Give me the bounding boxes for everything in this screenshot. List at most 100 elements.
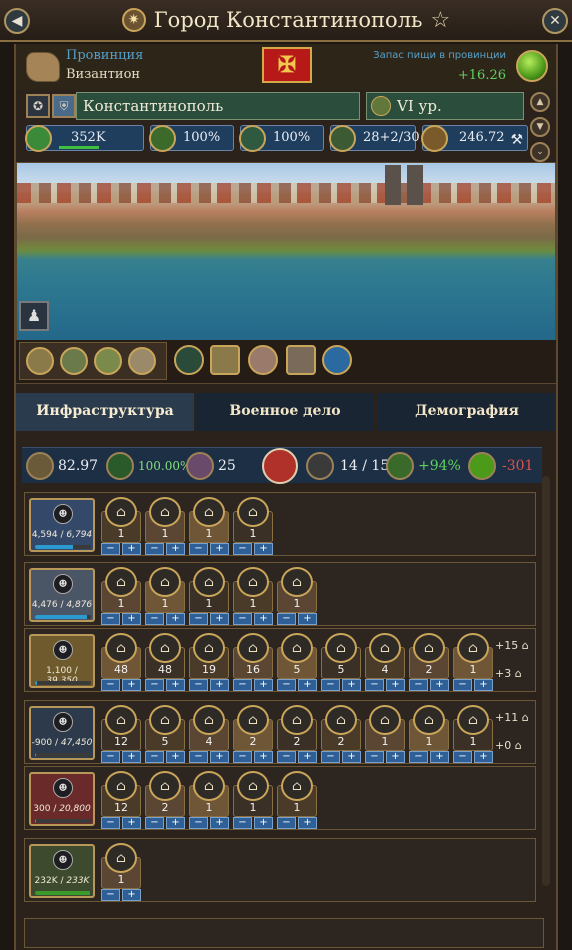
decrease-button[interactable]: −: [189, 543, 208, 555]
increase-button[interactable]: +: [122, 613, 141, 625]
building-slot[interactable]: ⌂ 5 − +: [277, 633, 317, 691]
building-slot[interactable]: ⌂ 1 − +: [101, 497, 141, 555]
decrease-button[interactable]: −: [453, 679, 472, 691]
decrease-button[interactable]: −: [145, 817, 164, 829]
religion-icon[interactable]: [322, 345, 352, 375]
building-slot[interactable]: ⌂ 1 − +: [277, 567, 317, 625]
increase-button[interactable]: +: [166, 543, 185, 555]
stat-slots[interactable]: 28+2/30: [329, 125, 420, 152]
category-summary-box[interactable]: ☻ 232K / 233K: [29, 844, 95, 898]
increase-button[interactable]: +: [166, 679, 185, 691]
close-button[interactable]: ✕: [542, 8, 568, 34]
city-hall-button[interactable]: [262, 448, 298, 484]
decrease-button[interactable]: −: [101, 543, 120, 555]
increase-button[interactable]: +: [430, 751, 449, 763]
increase-button[interactable]: +: [430, 679, 449, 691]
increase-button[interactable]: +: [474, 679, 493, 691]
increase-button[interactable]: +: [386, 679, 405, 691]
category-summary-box[interactable]: ☻ 300 / 20,800: [29, 772, 95, 826]
category-summary-box[interactable]: ☻ 4,476 / 4,876: [29, 568, 95, 622]
increase-button[interactable]: +: [210, 817, 229, 829]
building-slot[interactable]: ⌂ 12 − +: [101, 771, 141, 829]
decrease-button[interactable]: −: [145, 543, 164, 555]
increase-button[interactable]: +: [254, 613, 273, 625]
settings-gear-icon[interactable]: ✷: [121, 8, 146, 32]
increase-button[interactable]: +: [254, 679, 273, 691]
decrease-button[interactable]: −: [277, 817, 296, 829]
tab-military[interactable]: Военное дело: [196, 393, 374, 431]
building-slot[interactable]: ⌂ 16 − +: [233, 633, 273, 691]
increase-button[interactable]: +: [166, 613, 185, 625]
category-summary-box[interactable]: ☻ 4,594 / 6,794: [29, 498, 95, 552]
building-slot[interactable]: ⌂ 2 − +: [321, 705, 361, 763]
decrease-button[interactable]: −: [321, 679, 340, 691]
decrease-button[interactable]: −: [409, 751, 428, 763]
building-slot[interactable]: ⌂ 1 − +: [189, 771, 229, 829]
stat-gold[interactable]: 246.72 ⚒: [421, 125, 528, 152]
increase-button[interactable]: +: [342, 751, 361, 763]
building-slot[interactable]: ⌂ 1 − +: [145, 497, 185, 555]
decrease-button[interactable]: −: [277, 613, 296, 625]
stat-population[interactable]: 352K: [25, 125, 144, 152]
increase-button[interactable]: +: [210, 751, 229, 763]
building-slot[interactable]: ⌂ 19 − +: [189, 633, 229, 691]
decrease-button[interactable]: −: [365, 751, 384, 763]
building-slot[interactable]: ⌂ 1 − +: [409, 705, 449, 763]
decrease-button[interactable]: −: [233, 679, 252, 691]
building-slot[interactable]: ⌂ 1 − +: [233, 497, 273, 555]
building-slot[interactable]: ⌂ 4 − +: [365, 633, 405, 691]
increase-button[interactable]: +: [254, 817, 273, 829]
building-slot[interactable]: ⌂ 1 − +: [101, 567, 141, 625]
tab-infrastructure[interactable]: Инфраструктура: [16, 393, 194, 431]
building-icon[interactable]: [286, 345, 316, 375]
increase-button[interactable]: +: [122, 751, 141, 763]
stat-order[interactable]: 100%: [239, 125, 324, 152]
decrease-button[interactable]: −: [277, 751, 296, 763]
building-slot[interactable]: ⌂ 4 − +: [189, 705, 229, 763]
building-slot[interactable]: ⌂ 1 − +: [101, 843, 141, 901]
prev-city-button[interactable]: ▲: [530, 92, 550, 112]
building-slot[interactable]: ⌂ 2 − +: [145, 771, 185, 829]
pasture-icon[interactable]: [60, 347, 88, 375]
wheat-icon[interactable]: [94, 347, 122, 375]
increase-button[interactable]: +: [122, 543, 141, 555]
decrease-button[interactable]: −: [189, 679, 208, 691]
province-name[interactable]: Византион: [66, 67, 140, 82]
decrease-button[interactable]: −: [101, 613, 120, 625]
decrease-button[interactable]: −: [453, 751, 472, 763]
decrease-button[interactable]: −: [145, 613, 164, 625]
building-slot[interactable]: ⌂ 12 − +: [101, 705, 141, 763]
decrease-button[interactable]: −: [145, 751, 164, 763]
decrease-button[interactable]: −: [189, 751, 208, 763]
building-slot[interactable]: ⌂ 1 − +: [233, 567, 273, 625]
decrease-button[interactable]: −: [189, 613, 208, 625]
map-icon[interactable]: [210, 345, 240, 375]
building-slot[interactable]: ⌂ 5 − +: [321, 633, 361, 691]
building-slot[interactable]: ⌂ 1 − +: [365, 705, 405, 763]
decrease-button[interactable]: −: [189, 817, 208, 829]
decrease-button[interactable]: −: [233, 817, 252, 829]
increase-button[interactable]: +: [210, 543, 229, 555]
tab-demography[interactable]: Демография: [378, 393, 556, 431]
category-summary-box[interactable]: ☻1,100 / 39,350: [29, 634, 95, 688]
increase-button[interactable]: +: [254, 543, 273, 555]
increase-button[interactable]: +: [166, 751, 185, 763]
decrease-button[interactable]: −: [365, 679, 384, 691]
building-slot[interactable]: ⌂ 48 − +: [101, 633, 141, 691]
stat-supply[interactable]: 100%: [149, 125, 234, 152]
building-slot[interactable]: ⌂ 2 − +: [409, 633, 449, 691]
increase-button[interactable]: +: [298, 679, 317, 691]
increase-button[interactable]: +: [474, 751, 493, 763]
decrease-button[interactable]: −: [145, 679, 164, 691]
decrease-button[interactable]: −: [233, 613, 252, 625]
decrease-button[interactable]: −: [233, 751, 252, 763]
increase-button[interactable]: +: [342, 679, 361, 691]
filter-button[interactable]: ▼: [530, 117, 550, 137]
increase-button[interactable]: +: [298, 751, 317, 763]
building-slot[interactable]: ⌂ 1 − +: [233, 771, 273, 829]
increase-button[interactable]: +: [122, 817, 141, 829]
decrease-button[interactable]: −: [101, 817, 120, 829]
decrease-button[interactable]: −: [101, 751, 120, 763]
city-name-field[interactable]: Константинополь: [76, 92, 360, 120]
decrease-button[interactable]: −: [233, 543, 252, 555]
